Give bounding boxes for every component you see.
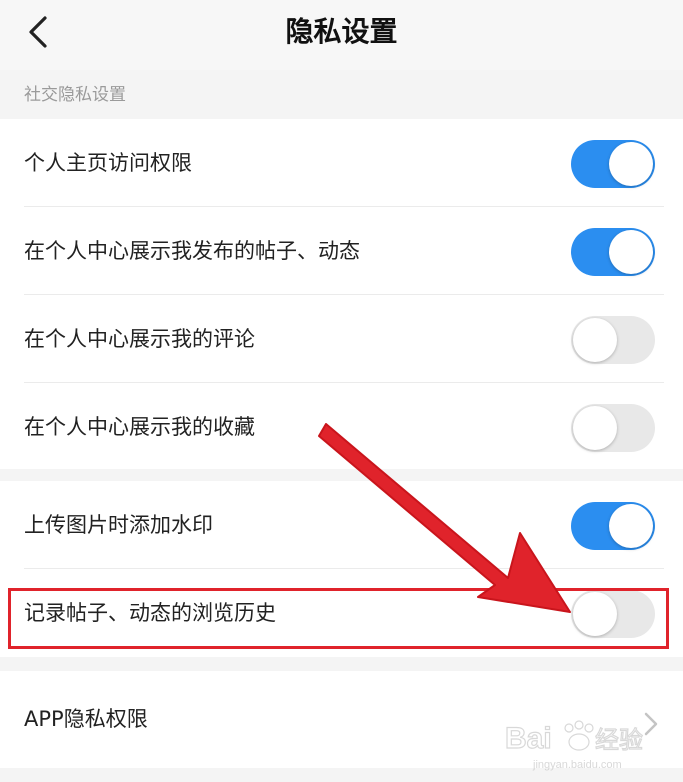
- list-item: 在个人中心展示我的评论: [0, 295, 683, 383]
- setting-label: APP隐私权限: [24, 707, 148, 731]
- section-label: 社交隐私设置: [24, 85, 126, 105]
- page-title: 隐私设置: [285, 15, 398, 48]
- toggle-knob: [573, 318, 617, 362]
- setting-label: 个人主页访问权限: [24, 151, 192, 175]
- social-privacy-group: 个人主页访问权限 在个人中心展示我发布的帖子、动态 在个人中心展示我的评论 在个…: [0, 119, 683, 469]
- toggle-knob: [609, 230, 653, 274]
- toggle-knob: [573, 406, 617, 450]
- toggle-switch[interactable]: [571, 316, 655, 364]
- setting-label: 在个人中心展示我发布的帖子、动态: [24, 239, 360, 263]
- list-item: 个人主页访问权限: [0, 119, 683, 207]
- toggle-switch[interactable]: [571, 404, 655, 452]
- header-bar: 隐私设置: [0, 0, 683, 70]
- toggle-switch[interactable]: [571, 502, 655, 550]
- setting-label: 在个人中心展示我的评论: [24, 327, 255, 351]
- setting-label: 在个人中心展示我的收藏: [24, 415, 255, 439]
- svg-text:经验: 经验: [595, 727, 643, 754]
- baidu-watermark-logo: Bai 经验 jingyan.baidu.com: [504, 720, 644, 771]
- toggle-knob: [609, 142, 653, 186]
- setting-label: 上传图片时添加水印: [24, 513, 213, 537]
- toggle-switch[interactable]: [571, 140, 655, 188]
- toggle-switch[interactable]: [571, 228, 655, 276]
- svg-text:Bai: Bai: [505, 722, 552, 755]
- toggle-knob: [609, 504, 653, 548]
- list-item: 上传图片时添加水印: [0, 481, 683, 569]
- svg-text:jingyan.baidu.com: jingyan.baidu.com: [532, 759, 622, 771]
- list-item: 在个人中心展示我的收藏: [0, 383, 683, 471]
- highlight-box: [8, 588, 669, 649]
- list-item: 在个人中心展示我发布的帖子、动态: [0, 207, 683, 295]
